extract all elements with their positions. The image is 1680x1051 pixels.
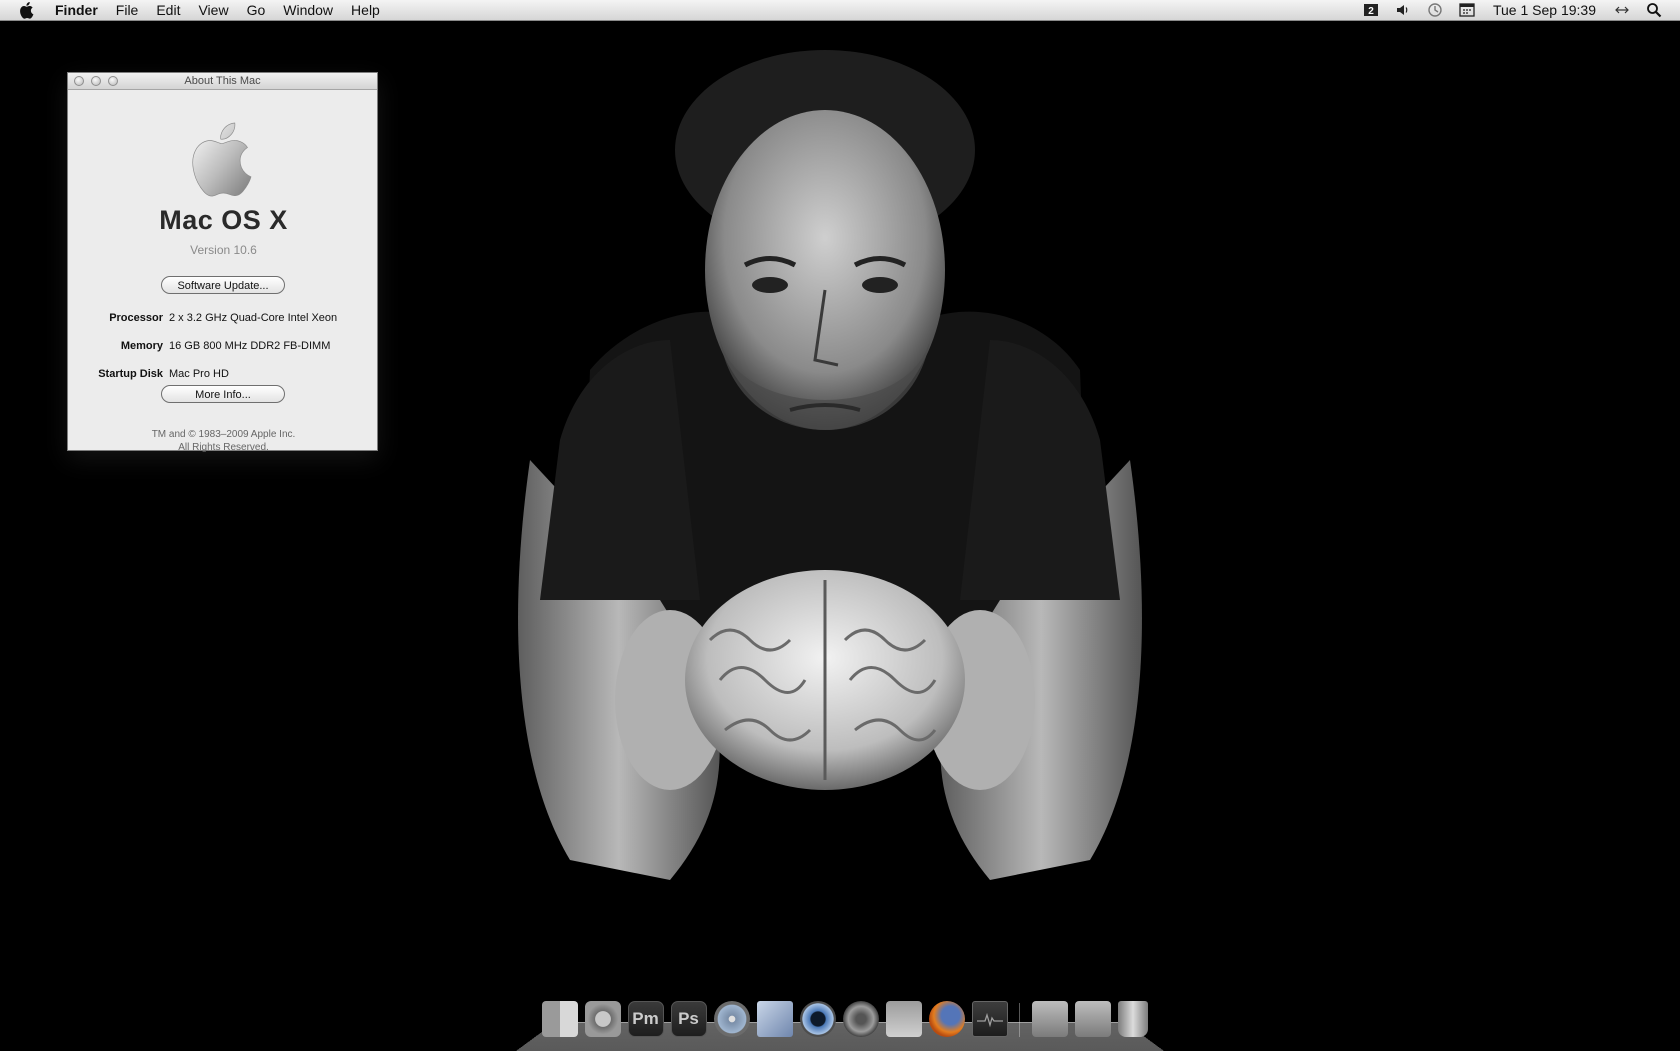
os-version[interactable]: Version 10.6 bbox=[68, 243, 379, 257]
about-body: Mac OS X Version 10.6 Software Update...… bbox=[68, 90, 379, 453]
menu-window[interactable]: Window bbox=[274, 0, 342, 21]
minimize-button[interactable] bbox=[91, 76, 101, 86]
copyright-line-2: All Rights Reserved. bbox=[178, 442, 269, 453]
window-titlebar[interactable]: About This Mac bbox=[68, 73, 377, 90]
about-this-mac-window: About This Mac Mac OS X Version 10.6 Sof… bbox=[67, 72, 379, 453]
dock-separator bbox=[1019, 1003, 1020, 1037]
menu-help[interactable]: Help bbox=[342, 0, 389, 21]
calendar-icon[interactable] bbox=[1456, 0, 1478, 21]
dock: Pm Ps bbox=[538, 995, 1151, 1037]
startup-disk-value: Mac Pro HD bbox=[169, 368, 229, 380]
more-info-button[interactable]: More Info... bbox=[161, 385, 285, 403]
trash-icon[interactable] bbox=[1117, 1001, 1148, 1037]
apple-menu-icon[interactable] bbox=[18, 1, 36, 19]
quicktime-icon[interactable] bbox=[799, 1001, 836, 1037]
window-title: About This Mac bbox=[184, 75, 261, 87]
itunes-icon[interactable] bbox=[842, 1001, 879, 1037]
memory-row: Memory 16 GB 800 MHz DDR2 FB-DIMM bbox=[68, 340, 379, 356]
processor-label: Processor bbox=[109, 312, 163, 324]
volume-icon[interactable] bbox=[1392, 0, 1414, 21]
finder-icon[interactable] bbox=[541, 1001, 578, 1037]
photoshop-icon[interactable]: Ps bbox=[670, 1001, 707, 1037]
pm-app-icon[interactable]: Pm bbox=[627, 1001, 664, 1037]
desktop-wallpaper bbox=[470, 40, 1190, 940]
processor-row: Processor 2 x 3.2 GHz Quad-Core Intel Xe… bbox=[68, 312, 379, 328]
wm-app-icon[interactable] bbox=[885, 1001, 922, 1037]
spaces-icon[interactable]: 2 bbox=[1360, 0, 1382, 21]
memory-label: Memory bbox=[120, 340, 163, 352]
menu-finder[interactable]: Finder bbox=[46, 0, 107, 21]
memory-value: 16 GB 800 MHz DDR2 FB-DIMM bbox=[169, 340, 331, 352]
menu-go[interactable]: Go bbox=[238, 0, 275, 21]
close-button[interactable] bbox=[74, 76, 84, 86]
menu-bar: Finder File Edit View Go Window Help 2 T… bbox=[0, 0, 1680, 21]
processor-value: 2 x 3.2 GHz Quad-Core Intel Xeon bbox=[169, 312, 338, 324]
activity-monitor-icon[interactable] bbox=[971, 1001, 1008, 1037]
zoom-button[interactable] bbox=[108, 76, 118, 86]
menu-extras: 2 Tue 1 Sep 19:39 bbox=[1355, 0, 1680, 21]
menu-edit[interactable]: Edit bbox=[147, 0, 189, 21]
system-preferences-icon[interactable] bbox=[584, 1001, 621, 1037]
bluetooth-icon[interactable] bbox=[1611, 0, 1633, 21]
menu-clock[interactable]: Tue 1 Sep 19:39 bbox=[1483, 2, 1606, 18]
spaces-number: 2 bbox=[1368, 6, 1374, 17]
time-machine-icon[interactable] bbox=[1424, 0, 1446, 21]
applications-stack-icon[interactable] bbox=[1031, 1001, 1068, 1037]
firefox-icon[interactable] bbox=[928, 1001, 965, 1037]
startup-disk-label: Startup Disk bbox=[98, 368, 163, 380]
menu-file[interactable]: File bbox=[107, 0, 148, 21]
os-name: Mac OS X bbox=[159, 205, 288, 235]
startup-disk-row: Startup Disk Mac Pro HD bbox=[68, 368, 379, 384]
copyright-line-1: TM and © 1983–2009 Apple Inc. bbox=[151, 429, 296, 440]
copyright-notice: TM and © 1983–2009 Apple Inc. All Rights… bbox=[68, 428, 379, 454]
mail-icon[interactable] bbox=[756, 1001, 793, 1037]
menu-view[interactable]: View bbox=[189, 0, 237, 21]
safari-icon[interactable] bbox=[713, 1001, 750, 1037]
spotlight-icon[interactable] bbox=[1643, 0, 1665, 21]
software-update-button[interactable]: Software Update... bbox=[161, 276, 285, 294]
downloads-stack-icon[interactable] bbox=[1074, 1001, 1111, 1037]
apple-logo-icon bbox=[188, 118, 258, 198]
